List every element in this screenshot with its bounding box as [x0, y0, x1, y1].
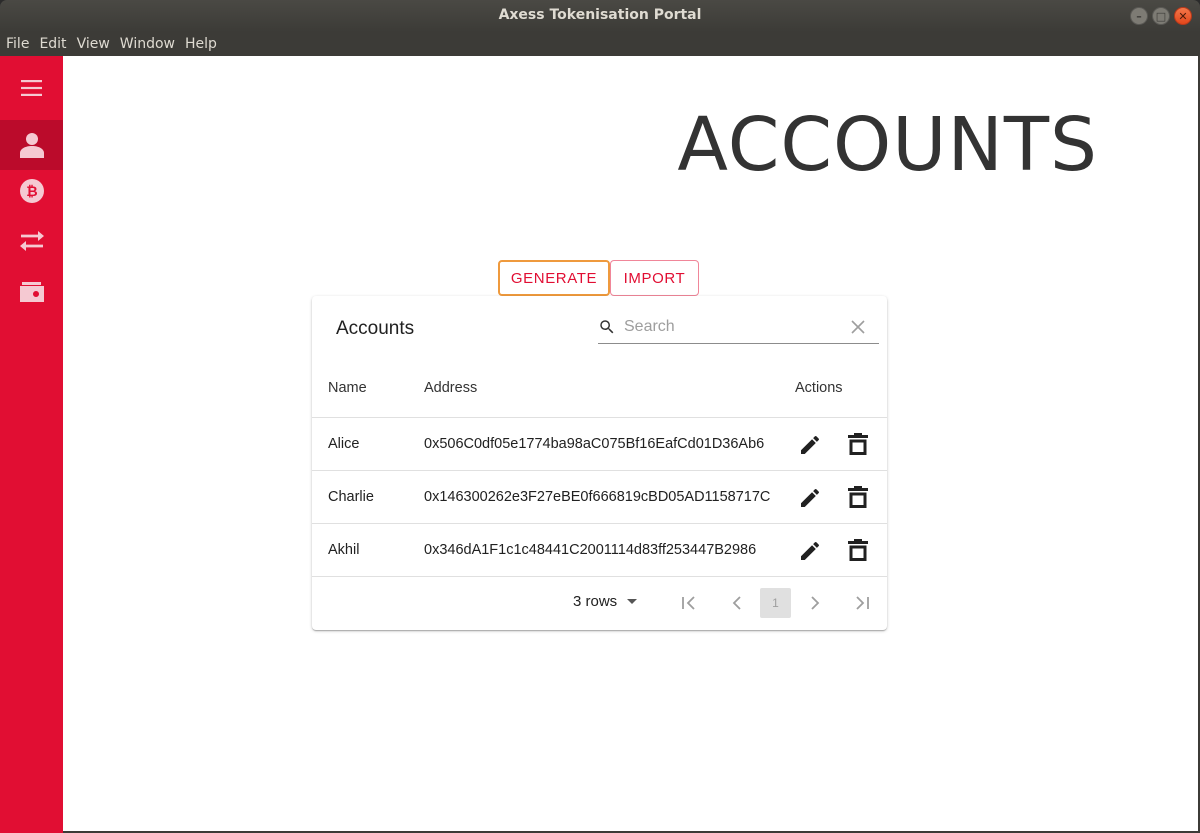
person-icon: [19, 133, 44, 158]
menubar: File Edit View Window Help: [0, 32, 1200, 56]
sidebar-item-tokens[interactable]: ₿: [0, 166, 63, 216]
swap-icon: [19, 231, 44, 251]
menu-view[interactable]: View: [73, 36, 116, 52]
row-address: 0x146300262e3F27eBE0f666819cBD05AD115871…: [424, 489, 771, 505]
table-row: Charlie 0x146300262e3F27eBE0f666819cBD05…: [312, 471, 887, 524]
search-field: [598, 312, 879, 344]
sidebar-item-wallet[interactable]: [0, 266, 63, 316]
first-page-icon[interactable]: [680, 594, 698, 612]
generate-button[interactable]: GENERATE: [498, 260, 610, 296]
table-title: Accounts: [336, 318, 415, 339]
menu-window[interactable]: Window: [116, 36, 181, 52]
chevron-down-icon[interactable]: [624, 597, 640, 607]
row-name: Alice: [328, 436, 360, 452]
row-address: 0x346dA1F1c1c48441C2001114d83ff253447B29…: [424, 542, 757, 558]
import-button[interactable]: IMPORT: [610, 260, 699, 296]
window-controls: – □ ✕: [1130, 7, 1192, 25]
sidebar: ₿: [0, 56, 63, 833]
main-content: ACCOUNTS GENERATE IMPORT Accounts Name A…: [63, 56, 1198, 831]
last-page-icon[interactable]: [853, 594, 871, 612]
window-title: Axess Tokenisation Portal: [498, 7, 702, 23]
window-titlebar: Axess Tokenisation Portal – □ ✕: [0, 0, 1200, 32]
row-name: Charlie: [328, 489, 374, 505]
accounts-table-card: Accounts Name Address Actions Alice 0x50…: [312, 296, 887, 630]
bitcoin-icon: ₿: [19, 179, 44, 203]
minimize-icon[interactable]: –: [1130, 7, 1148, 25]
previous-page-icon[interactable]: [728, 594, 746, 612]
search-input[interactable]: [624, 315, 844, 339]
table-row: Alice 0x506C0df05e1774ba98aC075Bf16EafCd…: [312, 418, 887, 471]
pagination: 3 rows 1: [312, 577, 887, 630]
page-title: ACCOUNTS: [677, 102, 1098, 188]
column-header-actions: Actions: [795, 380, 843, 396]
svg-text:₿: ₿: [26, 184, 37, 200]
rows-per-page-select[interactable]: 3 rows: [573, 593, 617, 610]
maximize-icon[interactable]: □: [1152, 7, 1170, 25]
sidebar-menu-toggle[interactable]: [0, 63, 63, 113]
column-header-address[interactable]: Address: [424, 380, 477, 396]
next-page-icon[interactable]: [806, 594, 824, 612]
sidebar-item-accounts[interactable]: [0, 120, 63, 170]
column-header-name[interactable]: Name: [328, 380, 367, 396]
delete-icon[interactable]: [848, 539, 868, 561]
sidebar-item-transfers[interactable]: [0, 216, 63, 266]
close-window-icon[interactable]: ✕: [1174, 7, 1192, 25]
menu-file[interactable]: File: [2, 36, 35, 52]
delete-icon[interactable]: [848, 486, 868, 508]
table-row: Akhil 0x346dA1F1c1c48441C2001114d83ff253…: [312, 524, 887, 577]
edit-icon[interactable]: [798, 486, 822, 510]
edit-icon[interactable]: [798, 539, 822, 563]
clear-search-icon[interactable]: [851, 320, 865, 334]
row-name: Akhil: [328, 542, 360, 558]
row-address: 0x506C0df05e1774ba98aC075Bf16EafCd01D36A…: [424, 436, 765, 452]
menu-edit[interactable]: Edit: [35, 36, 72, 52]
edit-icon[interactable]: [798, 433, 822, 457]
delete-icon[interactable]: [848, 433, 868, 455]
menu-help[interactable]: Help: [181, 36, 223, 52]
wallet-icon: [19, 282, 44, 302]
search-icon: [600, 320, 614, 334]
current-page-button[interactable]: 1: [760, 588, 791, 618]
menu-icon: [20, 80, 42, 96]
